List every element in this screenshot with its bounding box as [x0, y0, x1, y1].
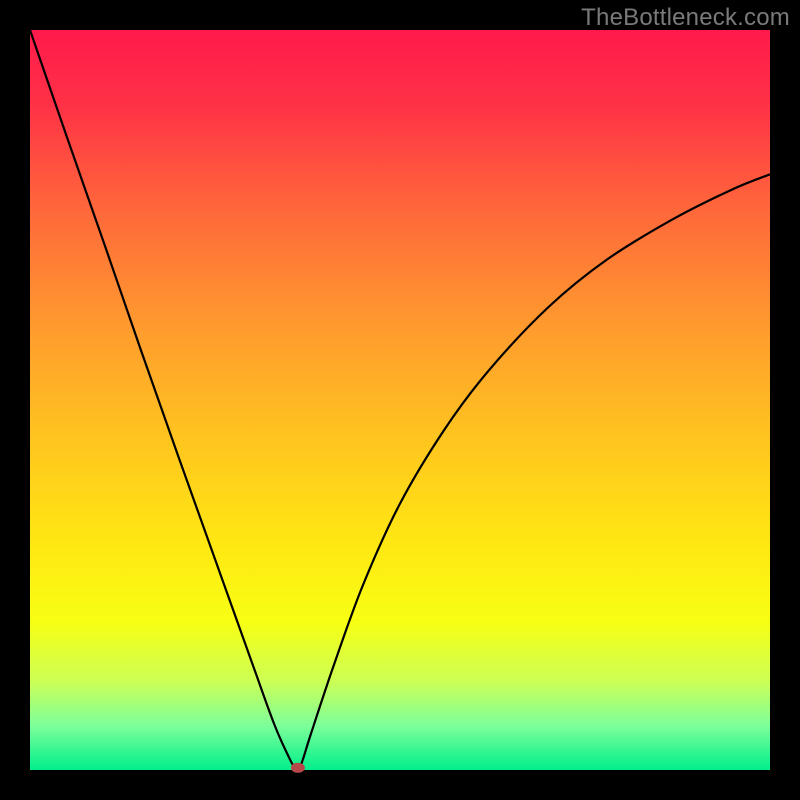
chart-frame: TheBottleneck.com — [0, 0, 800, 800]
plot-background — [30, 30, 770, 770]
minimum-marker — [291, 763, 305, 773]
bottleneck-plot — [0, 0, 800, 800]
watermark-text: TheBottleneck.com — [581, 4, 790, 32]
